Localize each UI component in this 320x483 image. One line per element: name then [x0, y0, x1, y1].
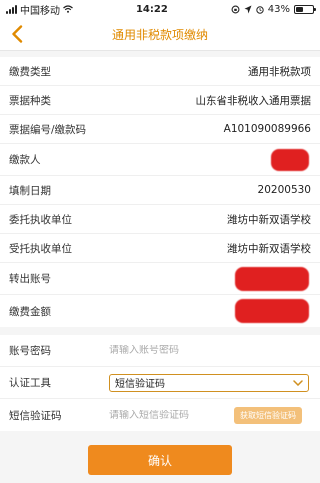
- lock-rotation-icon: [231, 5, 240, 13]
- sms-code-input[interactable]: [109, 409, 234, 421]
- info-row-fee-type: 缴费类型 通用非税款项: [0, 57, 320, 86]
- back-button[interactable]: [6, 22, 28, 46]
- info-label: 委托执收单位: [9, 213, 72, 226]
- auth-tool-selected: 短信验证码: [115, 379, 165, 390]
- info-row-receipt-type: 票据种类 山东省非税收入通用票据: [0, 86, 320, 115]
- status-left: 中国移动: [6, 2, 73, 17]
- payment-info-list: 缴费类型 通用非税款项 票据种类 山东省非税收入通用票据 票据编号/缴款码 A1…: [0, 57, 320, 327]
- signal-icon: [6, 4, 17, 14]
- status-right: 43%: [231, 3, 316, 15]
- auth-tool-label: 认证工具: [9, 377, 51, 389]
- alarm-icon: [256, 5, 264, 14]
- status-bar: 中国移动 14:22 43%: [0, 0, 320, 18]
- info-value: A101090089966: [223, 123, 311, 135]
- status-time: 14:22: [135, 3, 168, 15]
- redacted-payer-name: [271, 148, 309, 171]
- redacted-amount: [235, 299, 309, 323]
- info-row-entrusted-unit: 受托执收单位 潍坊中新双语学校: [0, 234, 320, 263]
- nav-bar: 通用非税款项缴纳: [0, 18, 320, 51]
- info-label: 缴费金额: [9, 305, 51, 318]
- info-row-payer: 缴款人: [0, 144, 320, 176]
- wifi-icon: [63, 5, 73, 13]
- battery-icon: [293, 4, 316, 14]
- page-title: 通用非税款项缴纳: [111, 27, 208, 42]
- chevron-down-icon: [293, 379, 303, 386]
- info-label: 缴费类型: [9, 65, 51, 78]
- info-label: 票据种类: [9, 94, 51, 107]
- info-row-transfer-account: 转出账号: [0, 263, 320, 295]
- info-label: 转出账号: [9, 273, 51, 285]
- location-icon: [244, 5, 252, 13]
- battery-level: [295, 6, 303, 12]
- info-value: 通用非税款项: [248, 65, 311, 78]
- info-value: 潍坊中新双语学校: [227, 213, 311, 226]
- payment-form: 账号密码 认证工具 短信验证码 短信验证码 获取短信验证码: [0, 335, 320, 431]
- chevron-left-icon: [12, 25, 23, 43]
- redacted-account-number: [235, 266, 309, 291]
- info-row-receipt-number: 票据编号/缴款码 A101090089966: [0, 115, 320, 144]
- info-row-fill-date: 填制日期 20200530: [0, 176, 320, 205]
- info-value: 山东省非税收入通用票据: [195, 94, 312, 107]
- info-label: 缴款人: [9, 154, 41, 166]
- password-label: 账号密码: [9, 345, 51, 357]
- auth-tool-row: 认证工具 短信验证码: [0, 367, 320, 399]
- confirm-button[interactable]: 确认: [88, 445, 232, 475]
- info-value: 20200530: [257, 184, 311, 196]
- info-label: 受托执收单位: [9, 242, 72, 255]
- auth-tool-select[interactable]: 短信验证码: [109, 373, 309, 392]
- info-row-payment-amount: 缴费金额: [0, 295, 320, 327]
- sms-code-row: 短信验证码 获取短信验证码: [0, 399, 320, 431]
- battery-percent: 43%: [267, 3, 290, 15]
- carrier-label: 中国移动: [20, 5, 60, 17]
- info-label: 填制日期: [9, 184, 51, 197]
- info-label: 票据编号/缴款码: [9, 123, 87, 136]
- password-input[interactable]: [109, 345, 311, 356]
- get-sms-code-button[interactable]: 获取短信验证码: [234, 406, 302, 424]
- sms-code-label: 短信验证码: [9, 409, 62, 422]
- info-row-entrusting-unit: 委托执收单位 潍坊中新双语学校: [0, 205, 320, 234]
- info-value: 潍坊中新双语学校: [227, 242, 311, 255]
- password-row: 账号密码: [0, 335, 320, 367]
